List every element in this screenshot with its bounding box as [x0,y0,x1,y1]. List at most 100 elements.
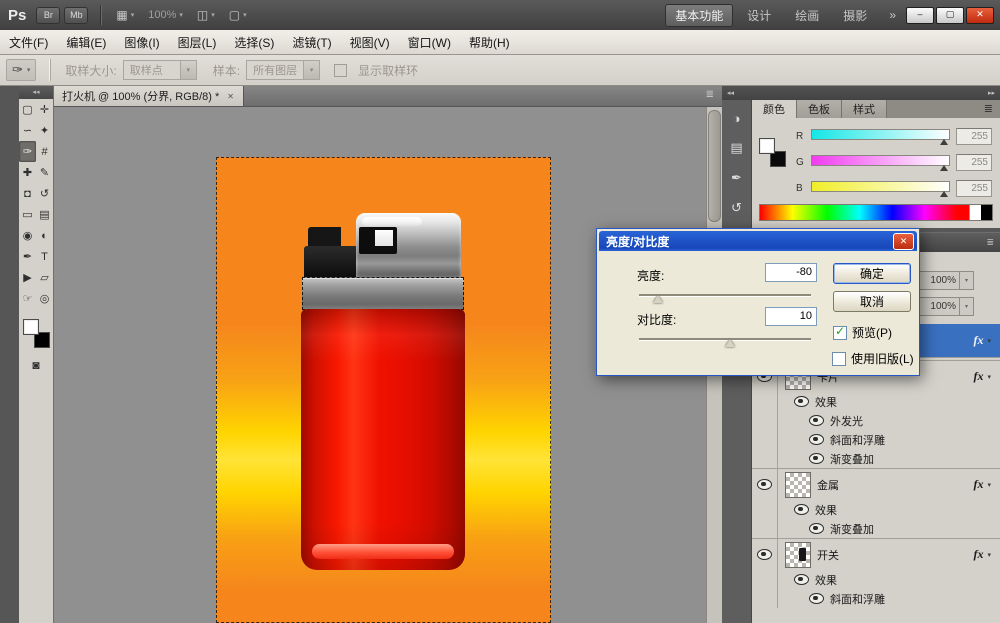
quick-selection-tool[interactable]: ✦ [36,120,53,141]
visibility-cell[interactable] [752,430,778,449]
panel-tab-styles[interactable]: 样式 [842,100,887,118]
zoom-level-dropdown[interactable]: 100% ▾ [148,9,183,21]
channel-slider[interactable] [811,179,950,197]
foreground-color-swatch[interactable] [759,138,775,154]
menu-item-view[interactable]: 视图(V) [341,30,399,54]
visibility-cell[interactable] [752,519,778,538]
visibility-cell[interactable] [752,411,778,430]
workspace-button-painting[interactable]: 绘画 [785,4,829,27]
menu-item-file[interactable]: 文件(F) [0,30,57,54]
styles-panel-icon[interactable]: ▤ [722,136,751,160]
close-button[interactable]: ✕ [966,7,994,24]
channel-slider[interactable] [811,153,950,171]
view-extras-button[interactable]: ▦ ▾ [116,8,134,22]
scrollbar-thumb[interactable] [708,110,721,222]
layer-row[interactable]: 金属fx▾ [752,468,1000,500]
tab-bar-menu-icon[interactable]: ≣ [698,86,722,106]
visibility-cell[interactable] [752,570,778,589]
contrast-slider-thumb[interactable] [725,339,735,347]
visibility-cell[interactable] [752,469,778,500]
effect-row[interactable]: 渐变叠加 [752,519,1000,538]
slider-thumb-icon[interactable] [940,191,948,197]
brush-tool[interactable]: ✎ [36,162,53,183]
paths-panel-icon[interactable]: ✒ [722,166,751,190]
menu-item-window[interactable]: 窗口(W) [399,30,460,54]
tools-panel-header[interactable]: ◂◂ [19,86,53,99]
eyedropper-tool[interactable]: ✑ [19,141,36,162]
foreground-color-swatch[interactable] [23,319,39,335]
arrange-documents-button[interactable]: ◫ ▾ [197,8,215,22]
visibility-cell[interactable] [752,392,778,411]
shape-tool[interactable]: ▱ [36,267,53,288]
canvas[interactable] [216,157,551,623]
visibility-cell[interactable] [752,449,778,468]
channel-value-field[interactable]: 255 [956,128,992,145]
contrast-input[interactable]: 10 [765,307,817,326]
effect-row[interactable]: 渐变叠加 [752,449,1000,468]
menu-item-image[interactable]: 图像(I) [115,30,168,54]
brightness-input[interactable]: -80 [765,263,817,282]
panel-menu-icon[interactable]: ≣ [977,100,1000,118]
effect-row[interactable]: 斜面和浮雕 [752,589,1000,608]
brightness-slider-thumb[interactable] [653,295,663,303]
history-brush-tool[interactable]: ↺ [36,183,53,204]
preview-checkbox[interactable]: ✓ [833,326,847,340]
slider-thumb-icon[interactable] [940,139,948,145]
ok-button[interactable]: 确定 [833,263,911,284]
sample-dropdown[interactable]: 所有图层 ▾ [246,60,320,80]
spectrum-white-swatch[interactable] [969,205,981,220]
move-tool[interactable]: ✛ [36,99,53,120]
collapse-effects-icon[interactable]: ▾ [987,481,991,489]
tool-preset-picker[interactable]: ✑ ▾ [6,59,36,81]
panel-menu-icon[interactable]: ≣ [986,237,994,248]
crop-tool[interactable]: # [36,141,53,162]
brightness-slider[interactable] [639,291,811,303]
rectangular-marquee-tool[interactable]: ▢ [19,99,36,120]
visibility-cell[interactable] [752,539,778,570]
path-selection-tool[interactable]: ▶ [19,267,36,288]
restore-button[interactable]: ▢ [936,7,964,24]
channel-value-field[interactable]: 255 [956,180,992,197]
channel-value-field[interactable]: 255 [956,154,992,171]
effect-row[interactable]: 斜面和浮雕 [752,430,1000,449]
layer-row[interactable]: 开关fx▾ [752,538,1000,570]
menu-item-layer[interactable]: 图层(L) [169,30,226,54]
menu-item-help[interactable]: 帮助(H) [460,30,519,54]
adjustments-panel-icon[interactable]: ◑ [722,106,751,130]
contrast-slider[interactable] [639,335,811,347]
document-tab[interactable]: 打火机 @ 100% (分界, RGB/8) * ✕ [54,86,244,106]
type-tool[interactable]: T [36,246,53,267]
sample-size-dropdown[interactable]: 取样点 ▾ [123,60,197,80]
color-spectrum-ramp[interactable] [759,204,993,221]
lasso-tool[interactable]: ∽ [19,120,36,141]
hand-tool[interactable]: ☞ [19,288,36,309]
gradient-tool[interactable]: ▤ [36,204,53,225]
workspace-button-essentials[interactable]: 基本功能 [665,4,733,27]
collapse-effects-icon[interactable]: ▾ [987,337,991,345]
layer-thumbnail[interactable] [785,472,811,498]
screen-mode-button[interactable]: ▢ ▾ [229,8,247,22]
effect-row[interactable]: 外发光 [752,411,1000,430]
workspace-button-photography[interactable]: 摄影 [833,4,877,27]
menu-item-select[interactable]: 选择(S) [225,30,283,54]
fill-combo[interactable]: 100% ▾ [918,297,974,316]
preview-option[interactable]: ✓ 预览(P) [833,324,892,341]
menu-item-filter[interactable]: 滤镜(T) [283,30,340,54]
launch-bridge-button[interactable]: Br [36,7,60,24]
visibility-cell[interactable] [752,500,778,519]
spectrum-black-swatch[interactable] [981,205,992,220]
healing-brush-tool[interactable]: ✚ [19,162,36,183]
dodge-tool[interactable]: ◐ [36,225,53,246]
collapse-effects-icon[interactable]: ▾ [987,373,991,381]
slider-thumb-icon[interactable] [940,165,948,171]
collapse-dock-icon[interactable]: ◂◂ [727,89,734,97]
clone-stamp-tool[interactable]: ◘ [19,183,36,204]
visibility-cell[interactable] [752,589,778,608]
effect-row[interactable]: 效果 [752,392,1000,411]
panel-tab-color[interactable]: 颜色 [752,100,797,118]
effect-row[interactable]: 效果 [752,570,1000,589]
launch-minibridge-button[interactable]: Mb [64,7,88,24]
quick-mask-icon[interactable]: ◙ [19,358,53,372]
menu-item-edit[interactable]: 编辑(E) [57,30,115,54]
cancel-button[interactable]: 取消 [833,291,911,312]
